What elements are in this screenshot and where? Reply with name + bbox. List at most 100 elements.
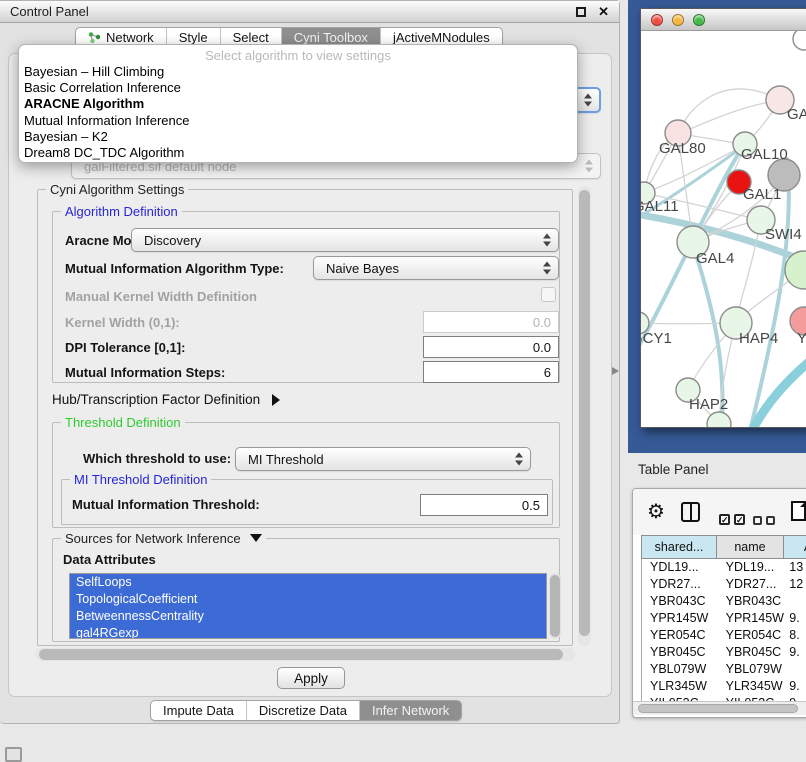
manual-kernel-width-label: Manual Kernel Width Definition — [65, 289, 257, 304]
mi-threshold-legend: MI Threshold Definition — [70, 472, 211, 487]
network-node-label: GCY1 — [641, 330, 672, 347]
which-threshold-select[interactable]: MI Threshold — [235, 447, 531, 471]
table-row[interactable]: YDL19...YDL19...13 — [642, 559, 806, 576]
column-header-shared[interactable]: shared... — [641, 535, 717, 559]
attribute-item-selfloops[interactable]: SelfLoops — [70, 574, 546, 591]
network-node-label: GAL1 — [743, 186, 781, 203]
table-cell: YDR27... — [642, 576, 718, 593]
deselect-all-checkbox-icon[interactable] — [766, 516, 775, 525]
attribute-item-gal4rgexp[interactable]: gal4RGexp — [70, 625, 546, 639]
table-cell: YDL19... — [642, 559, 718, 576]
data-attributes-list[interactable]: SelfLoopsTopologicalCoefficientBetweenne… — [69, 573, 547, 639]
table-header-row: shared...nameA — [641, 535, 806, 559]
table-row[interactable]: YDR27...YDR27...12 — [642, 576, 806, 593]
control-panel-title: Control Panel — [10, 4, 89, 19]
table-row[interactable]: YPR145WYPR145W9. — [642, 610, 806, 627]
sources-legend-label: Sources for Network Inference — [65, 531, 241, 546]
minimize-light-icon[interactable] — [672, 14, 684, 26]
select-all-checkbox-icon[interactable]: ✓ — [734, 514, 745, 525]
table-row[interactable]: YLR345WYLR345W9. — [642, 678, 806, 695]
panel-grip-icon[interactable] — [5, 747, 22, 762]
attributes-list-scrollbar[interactable] — [549, 573, 561, 639]
attribute-item-topologicalcoefficient[interactable]: TopologicalCoefficient — [70, 591, 546, 608]
algorithm-popup: Select algorithm to view settings Bayesi… — [18, 44, 578, 163]
hub-tf-definition-toggle[interactable]: Hub/Transcription Factor Definition — [52, 392, 280, 407]
table-row[interactable]: YBR043CYBR043C — [642, 593, 806, 610]
network-graph[interactable]: GAL80GALGAL10GAL11GAL1SWI4GAL4GCY1HAP4YH… — [641, 31, 806, 427]
table-row[interactable]: YBR045CYBR045C9. — [642, 644, 806, 661]
mi-steps-label: Mutual Information Steps: — [65, 365, 225, 380]
algorithm-option-dream8-dc-tdc-algorithm[interactable]: Dream8 DC_TDC Algorithm — [19, 145, 577, 161]
table-panel-window: ⚙ ✓ ✓ shared...nameA YDL19...YDL19...13Y… — [632, 488, 806, 718]
table-cell: YBL079W — [718, 661, 785, 678]
table-row[interactable]: YBL079WYBL079W — [642, 661, 806, 678]
attribute-item-betweennesscentrality[interactable]: BetweennessCentrality — [70, 608, 546, 625]
tab-infer-network[interactable]: Infer Network — [360, 701, 461, 720]
dpi-tolerance-field[interactable]: 0.0 — [423, 336, 559, 358]
network-canvas[interactable]: GAL80GALGAL10GAL11GAL1SWI4GAL4GCY1HAP4YH… — [641, 31, 806, 427]
dpi-tolerance-label: DPI Tolerance [0,1]: — [65, 340, 185, 355]
application-root: Control Panel ✕ NetworkStyleSelectCyni T… — [0, 0, 806, 762]
mi-steps-field[interactable]: 6 — [423, 361, 559, 383]
network-edge[interactable] — [741, 349, 806, 427]
tab-discretize-data[interactable]: Discretize Data — [247, 701, 360, 720]
scrollbar-thumb[interactable] — [638, 704, 798, 713]
table-horizontal-scrollbar[interactable] — [633, 701, 806, 715]
table-cell: YDR27... — [718, 576, 785, 593]
column-header-name[interactable]: name — [717, 535, 784, 559]
scrollbar-thumb[interactable] — [39, 649, 563, 660]
column-header-a[interactable]: A — [784, 535, 806, 559]
close-light-icon[interactable] — [651, 14, 663, 26]
columns-icon[interactable] — [681, 502, 700, 522]
network-window: GAL80GALGAL10GAL11GAL1SWI4GAL4GCY1HAP4YH… — [640, 8, 806, 428]
mi-algorithm-type-value: Naive Bayes — [326, 261, 399, 276]
settings-vertical-scrollbar[interactable] — [578, 186, 591, 646]
table-cell — [784, 593, 806, 610]
algorithm-option-mutual-information-inference[interactable]: Mutual Information Inference — [19, 113, 577, 129]
threshold-definition-legend: Threshold Definition — [61, 415, 185, 430]
network-edge[interactable] — [678, 89, 780, 133]
close-icon[interactable]: ✕ — [598, 4, 609, 20]
network-node-label: GAL11 — [641, 198, 679, 215]
table-toolbar: ⚙ ✓ ✓ — [633, 489, 806, 535]
combo-stepper-icon — [543, 234, 551, 247]
control-panel-window: Control Panel ✕ NetworkStyleSelectCyni T… — [0, 0, 620, 724]
network-window-titlebar[interactable] — [641, 9, 806, 31]
table-panel-title: Table Panel — [628, 452, 806, 486]
algorithm-option-bayesian-k2[interactable]: Bayesian – K2 — [19, 129, 577, 145]
mi-threshold-field[interactable]: 0.5 — [420, 494, 548, 516]
table-row[interactable]: YER054CYER054C8. — [642, 627, 806, 644]
settings-scrollpane: Cyni Algorithm Settings Algorithm Defini… — [33, 184, 593, 662]
mi-algorithm-type-select[interactable]: Naive Bayes — [313, 256, 559, 280]
tab-label: Infer Network — [372, 701, 449, 720]
scrollbar-thumb[interactable] — [579, 190, 590, 636]
select-all-checkbox-icon[interactable]: ✓ — [719, 514, 730, 525]
export-table-icon[interactable] — [791, 501, 806, 521]
network-node-label: Y — [797, 330, 806, 347]
aracne-mode-select[interactable]: Discovery — [131, 228, 559, 252]
settings-horizontal-scrollbar[interactable] — [35, 648, 575, 661]
algorithm-definition-legend: Algorithm Definition — [61, 204, 182, 219]
mi-threshold-group: MI Threshold Definition Mutual Informati… — [61, 479, 553, 525]
cyni-settings-group: Cyni Algorithm Settings Algorithm Defini… — [37, 189, 573, 646]
sources-legend[interactable]: Sources for Network Inference — [61, 531, 266, 546]
algorithm-option-basic-correlation-inference[interactable]: Basic Correlation Inference — [19, 80, 577, 96]
combo-stepper-icon — [584, 94, 592, 107]
gear-icon[interactable]: ⚙ — [647, 499, 665, 524]
algorithm-option-bayesian-hill-climbing[interactable]: Bayesian – Hill Climbing — [19, 64, 577, 80]
network-node-label: GAL — [787, 106, 806, 123]
kernel-width-field[interactable]: 0.0 — [423, 311, 559, 333]
float-icon[interactable] — [576, 7, 586, 17]
scrollbar-thumb[interactable] — [550, 575, 560, 637]
network-edge[interactable] — [678, 101, 779, 134]
zoom-light-icon[interactable] — [693, 14, 705, 26]
node-top-right[interactable] — [793, 31, 806, 50]
network-node-label: SWI4 — [765, 226, 802, 243]
apply-button[interactable]: Apply — [277, 667, 345, 689]
network-node-label: HAP2 — [689, 396, 728, 413]
algorithm-option-aracne-algorithm[interactable]: ARACNE Algorithm — [19, 96, 577, 112]
table-cell: YER054C — [642, 627, 718, 644]
manual-kernel-width-checkbox[interactable] — [541, 287, 556, 302]
deselect-all-checkbox-icon[interactable] — [753, 516, 762, 525]
tab-impute-data[interactable]: Impute Data — [151, 701, 247, 720]
